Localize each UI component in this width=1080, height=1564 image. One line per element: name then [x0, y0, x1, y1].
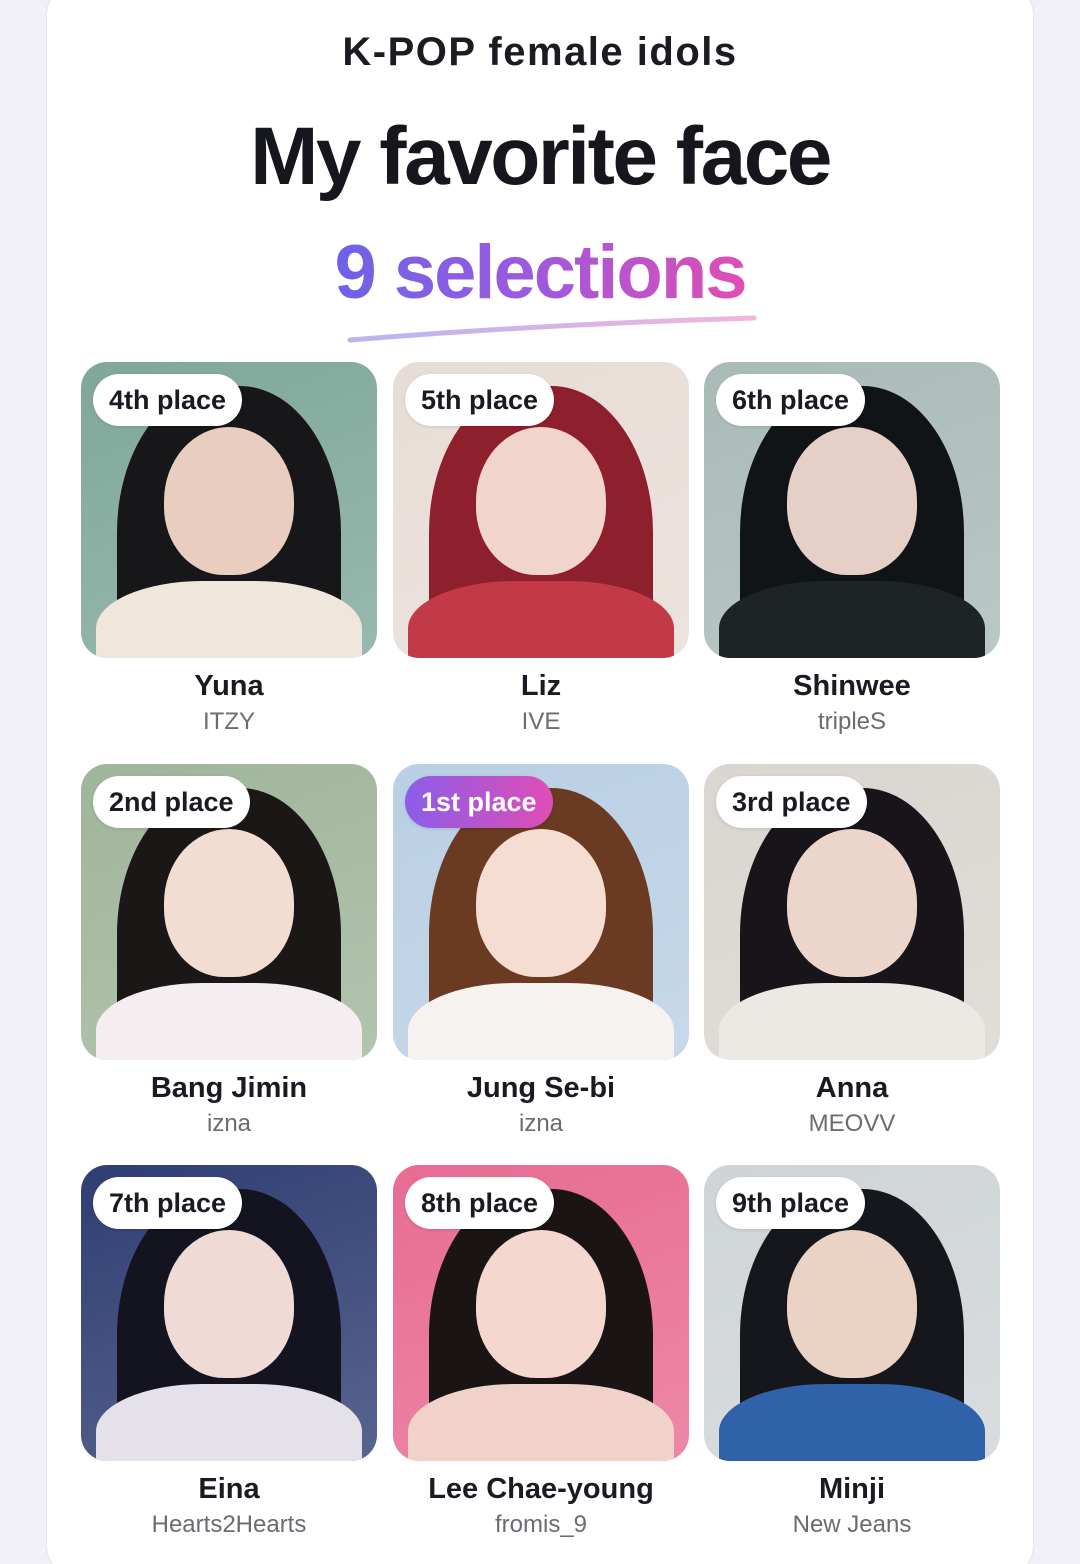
photo-face-shape [786, 1230, 918, 1379]
photo-body-shape [407, 581, 675, 658]
idol-group: MEOVV [808, 1110, 896, 1137]
photo-body-shape [718, 581, 986, 658]
idol-name: Yuna [194, 670, 264, 702]
idol-group: IVE [521, 708, 561, 735]
photo-body-shape [407, 1384, 675, 1461]
idol-name: Shinwee [793, 670, 911, 702]
photo-body-shape [95, 581, 363, 658]
rank-badge: 3rd place [716, 776, 867, 828]
rank-badge: 8th place [405, 1177, 555, 1229]
idol-photo[interactable]: 3rd place [704, 764, 1000, 1060]
photo-body-shape [718, 1384, 986, 1461]
photo-face-shape [786, 427, 918, 576]
idol-photo[interactable]: 8th place [393, 1165, 689, 1461]
rank-badge: 4th place [93, 374, 243, 426]
idol-group: New Jeans [792, 1511, 912, 1538]
idol-group: izna [206, 1110, 252, 1137]
idol-photo[interactable]: 7th place [81, 1165, 377, 1461]
rank-badge: 6th place [716, 374, 866, 426]
idol-grid: 4th place Yuna ITZY 5th place Liz IVE 6th plac… [0, 0, 1080, 1564]
rank-badge: 9th place [716, 1177, 866, 1229]
idol-photo[interactable]: 5th place [393, 362, 689, 658]
idol-photo[interactable]: 9th place [704, 1165, 1000, 1461]
idol-photo[interactable]: 6th place [704, 362, 1000, 658]
rank-badge: 2nd place [93, 776, 250, 828]
photo-body-shape [407, 983, 675, 1060]
idol-name: Bang Jimin [150, 1072, 308, 1104]
rank-badge: 1st place [405, 776, 553, 828]
photo-body-shape [718, 983, 986, 1060]
idol-group: izna [518, 1110, 564, 1137]
idol-name: Eina [198, 1473, 260, 1505]
idol-name: Anna [815, 1072, 889, 1104]
photo-body-shape [95, 1384, 363, 1461]
rank-badge: 7th place [93, 1177, 243, 1229]
photo-face-shape [475, 1230, 607, 1379]
idol-photo[interactable]: 1st place [393, 764, 689, 1060]
idol-name: Jung Se-bi [466, 1072, 616, 1104]
idol-photo[interactable]: 4th place [81, 362, 377, 658]
idol-name: Minji [818, 1473, 886, 1505]
photo-face-shape [475, 427, 607, 576]
photo-face-shape [163, 829, 295, 978]
idol-group: ITZY [203, 708, 255, 735]
idol-photo[interactable]: 2nd place [81, 764, 377, 1060]
photo-face-shape [163, 1230, 295, 1379]
idol-group: Hearts2Hearts [151, 1511, 307, 1538]
photo-face-shape [475, 829, 607, 978]
rank-badge: 5th place [405, 374, 555, 426]
idol-group: tripleS [817, 708, 887, 735]
photo-body-shape [95, 983, 363, 1060]
photo-face-shape [163, 427, 295, 576]
idol-name: Liz [520, 670, 562, 702]
idol-name: Lee Chae-young [428, 1473, 654, 1505]
idol-group: fromis_9 [494, 1511, 588, 1538]
photo-face-shape [786, 829, 918, 978]
